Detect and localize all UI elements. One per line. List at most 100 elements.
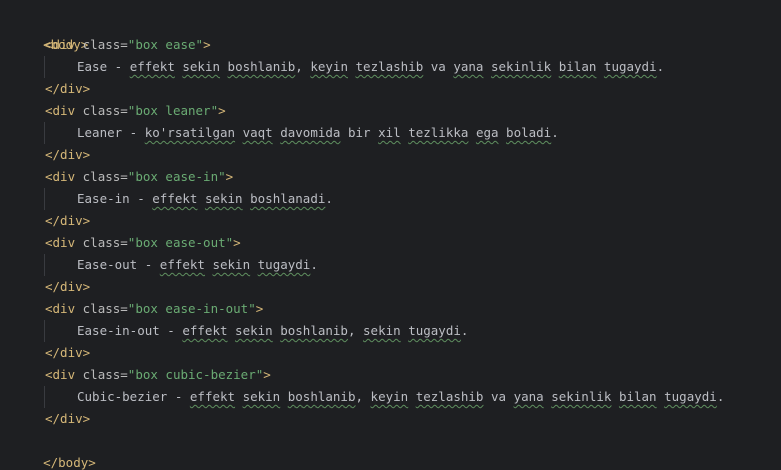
text-segment [596, 59, 604, 74]
text-segment [408, 389, 416, 404]
text-segment: Ease-in-out - [77, 323, 183, 338]
code-line-div-open: <div class="box ease-out"> [45, 232, 241, 254]
tag-end: > [233, 235, 241, 250]
text-segment: , [295, 59, 311, 74]
code-line-div-close: </div> [45, 276, 90, 298]
misspelled-word: effekt [129, 59, 175, 74]
code-line-body-close: </body> [13, 430, 96, 470]
text-segment: . [460, 323, 469, 338]
text-segment: Ease-out - [77, 257, 160, 272]
code-line-div-open: <div class="box ease"> [45, 34, 211, 56]
body-close-tag: </body> [43, 455, 96, 470]
indent-guide [44, 386, 45, 408]
misspelled-word: tugaydi [408, 323, 461, 338]
div-close-tag: </div> [45, 81, 91, 96]
indent-guide [44, 254, 45, 276]
misspelled-word: tezlashib [415, 389, 484, 404]
misspelled-word: keyin [310, 59, 348, 74]
div-close-tag: </div> [45, 411, 91, 426]
class-attribute: class= [82, 235, 128, 250]
indent-guide [44, 188, 45, 210]
text-segment: va [483, 389, 514, 404]
text-segment [499, 125, 507, 140]
text-segment [551, 59, 559, 74]
text-segment [657, 389, 665, 404]
indent-guide [44, 56, 45, 78]
misspelled-word: boshlanib [227, 59, 296, 74]
text-segment: . [716, 389, 725, 404]
class-value: "box ease-out" [127, 235, 234, 250]
code-line-text: Cubic-bezier - effekt sekin boshlanib, k… [77, 386, 724, 408]
tag-end: > [218, 103, 226, 118]
misspelled-word: effekt [159, 257, 205, 272]
text-segment [348, 59, 356, 74]
misspelled-word: sekinlik [491, 59, 552, 74]
text-segment [250, 257, 258, 272]
code-line-div-open: <div class="box leaner"> [45, 100, 226, 122]
misspelled-word: sekin [182, 59, 221, 74]
text-segment [243, 191, 251, 206]
code-editor[interactable]: <body> </body> <div class="box ease"> Eas… [0, 0, 781, 470]
misspelled-word: xil [378, 125, 401, 140]
code-line-div-open: <div class="box cubic-bezier"> [45, 364, 271, 386]
code-line-text: Ease - effekt sekin boshlanib, keyin tez… [77, 56, 664, 78]
misspelled-word: bilan [558, 59, 597, 74]
div-close-tag: </div> [45, 345, 91, 360]
code-line-div-close: </div> [45, 408, 90, 430]
tag-end: > [255, 301, 264, 316]
code-line-div-close: </div> [45, 144, 90, 166]
tag-end: > [225, 169, 234, 184]
class-value: "box ease-in-out" [127, 301, 256, 316]
text-segment [611, 389, 619, 404]
tag-end: > [203, 37, 211, 52]
text-segment: . [310, 257, 318, 272]
misspelled-word: effekt [189, 389, 236, 404]
code-line-div-open: <div class="box ease-in-out"> [45, 298, 263, 320]
class-value: "box ease" [127, 37, 204, 52]
misspelled-word: yana [513, 389, 544, 404]
class-attribute: class= [82, 103, 128, 118]
misspelled-word: ko'rsatilgan [144, 125, 236, 140]
text-segment: Leaner - [77, 125, 145, 140]
div-close-tag: </div> [45, 147, 91, 162]
misspelled-word: tezlashib [355, 59, 424, 74]
text-segment: . [656, 59, 665, 74]
text-segment [483, 59, 491, 74]
misspelled-word: sekin [363, 323, 401, 338]
indent-guide [44, 320, 45, 342]
code-line-div-close: </div> [45, 78, 90, 100]
code-line-div-close: </div> [45, 210, 90, 232]
indent-guide [44, 122, 45, 144]
misspelled-word: boshlanib [280, 323, 348, 338]
misspelled-word: bilan [618, 389, 657, 404]
text-segment: Ease - [77, 59, 130, 74]
text-segment: . [551, 125, 559, 140]
misspelled-word: tezlikka [408, 125, 469, 140]
text-segment [468, 125, 476, 140]
class-value: "box cubic-bezier" [127, 367, 264, 382]
misspelled-word: boladi [506, 125, 552, 140]
text-segment: Cubic-bezier - [77, 389, 190, 404]
misspelled-word: yana [453, 59, 484, 74]
text-segment [228, 323, 236, 338]
text-segment: , [347, 323, 364, 338]
div-open-tag: <div [45, 367, 83, 382]
misspelled-word: sekin [242, 389, 281, 404]
misspelled-word: effekt [152, 191, 198, 206]
text-segment: Ease-in - [77, 191, 153, 206]
misspelled-word: tugaydi [257, 257, 311, 272]
class-attribute: class= [82, 367, 128, 382]
code-line-text: Leaner - ko'rsatilgan vaqt davomida bir … [77, 122, 559, 144]
code-line-body-open: <body> [13, 12, 88, 52]
misspelled-word: sekin [235, 323, 273, 338]
class-attribute: class= [82, 37, 128, 52]
div-open-tag: <div [45, 37, 83, 52]
misspelled-word: tugaydi [664, 389, 717, 404]
misspelled-word: davomida [280, 125, 341, 140]
text-segment [197, 191, 205, 206]
misspelled-word: sekin [204, 191, 243, 206]
div-close-tag: </div> [45, 279, 91, 294]
misspelled-word: vaqt [242, 125, 273, 140]
text-segment [280, 389, 288, 404]
misspelled-word: ega [475, 125, 499, 140]
